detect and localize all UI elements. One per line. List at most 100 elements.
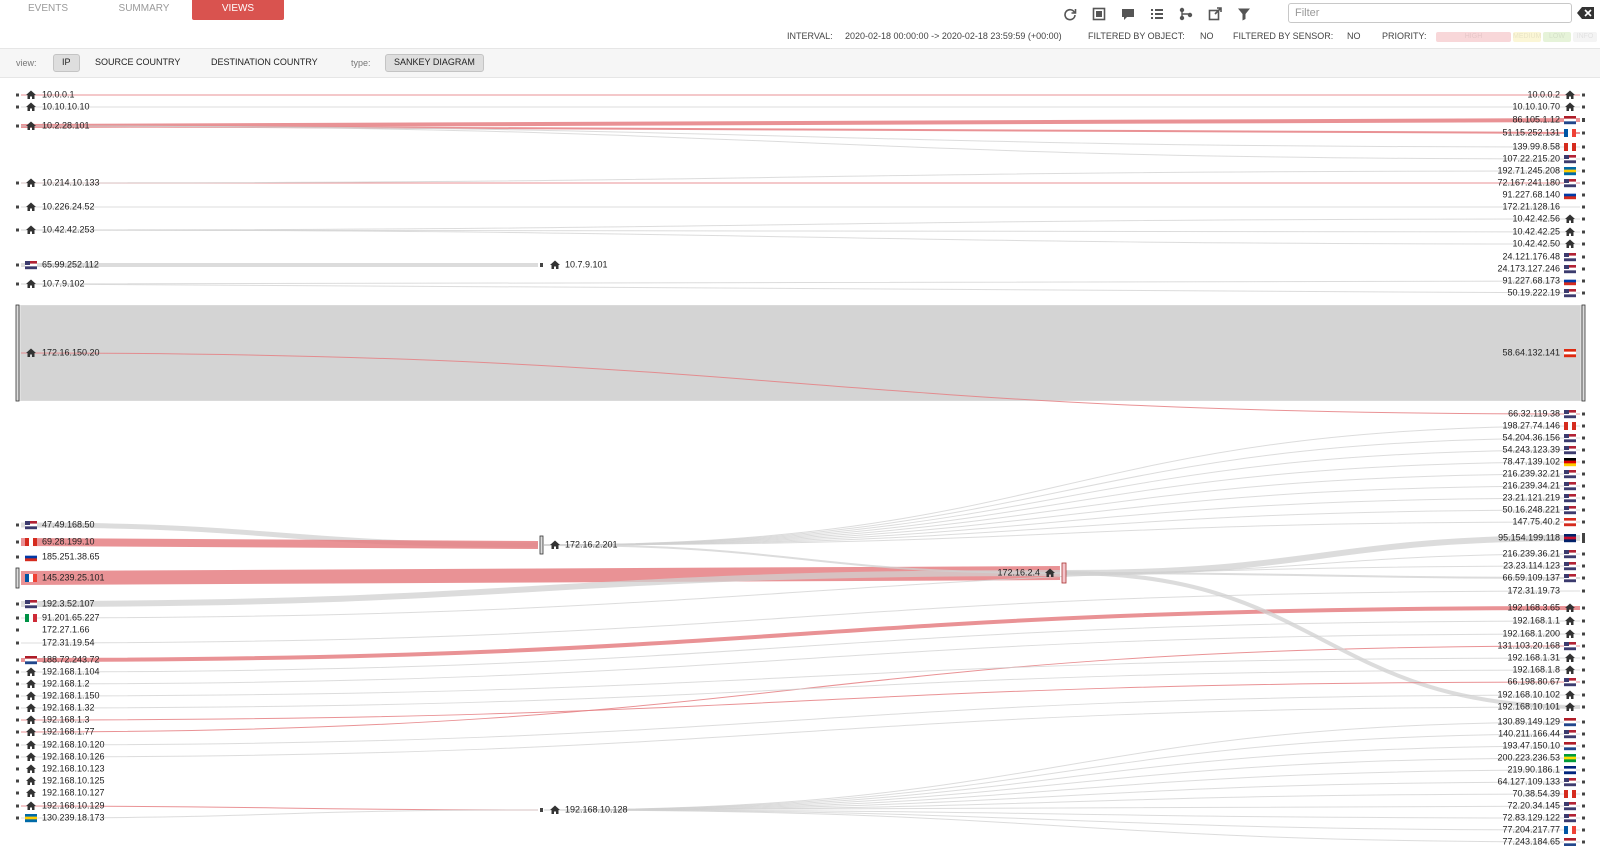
target-node-bar[interactable] — [1582, 131, 1585, 135]
priority-medium-toggle[interactable]: MEDIUM — [1513, 32, 1541, 42]
source-node[interactable]: 10.226.24.52 — [16, 201, 95, 211]
source-node[interactable]: 192.3.52.107 — [16, 598, 95, 608]
source-node-bar[interactable] — [16, 555, 19, 559]
target-node-bar[interactable] — [1582, 181, 1585, 185]
source-node[interactable]: 192.168.10.120 — [16, 739, 105, 749]
source-node[interactable]: 192.168.10.129 — [16, 800, 105, 810]
target-node[interactable]: 219.90.186.1 — [1507, 764, 1585, 774]
target-node[interactable]: 192.168.1.200 — [1502, 628, 1585, 638]
source-node[interactable]: 192.168.10.125 — [16, 775, 105, 785]
target-node[interactable]: 216.239.34.21 — [1502, 480, 1585, 490]
sankey-link[interactable] — [543, 721, 1581, 811]
source-node-bar[interactable] — [16, 694, 19, 698]
target-node-bar[interactable] — [1582, 145, 1585, 149]
target-node[interactable]: 200.223.236.53 — [1497, 752, 1585, 762]
target-node-bar[interactable] — [1582, 267, 1585, 271]
source-node-bar[interactable] — [16, 523, 19, 527]
target-node[interactable]: 147.75.40.2 — [1512, 516, 1585, 526]
share-icon[interactable] — [1176, 4, 1196, 24]
target-node-bar[interactable] — [1582, 193, 1585, 197]
source-node-bar[interactable] — [16, 767, 19, 771]
target-node-bar[interactable] — [1582, 619, 1585, 623]
target-node[interactable]: 78.47.139.102 — [1502, 456, 1585, 466]
target-node[interactable]: 91.227.68.140 — [1502, 189, 1585, 199]
source-node-bar[interactable] — [16, 540, 19, 544]
source-node[interactable]: 192.168.1.3 — [16, 714, 90, 724]
target-node[interactable]: 72.20.34.145 — [1507, 800, 1585, 810]
sankey-link[interactable] — [20, 620, 1581, 673]
middle-node[interactable]: 172.16.2.201 — [539, 535, 618, 555]
target-node-bar[interactable] — [1582, 291, 1585, 295]
target-node[interactable]: 50.19.222.19 — [1507, 287, 1585, 297]
target-node[interactable]: 10.10.10.70 — [1512, 101, 1585, 111]
target-node-bar[interactable] — [1582, 732, 1585, 736]
target-node[interactable]: 172.31.19.73 — [1507, 585, 1585, 595]
target-node-bar[interactable] — [1582, 564, 1585, 568]
target-node[interactable]: 91.227.68.173 — [1502, 275, 1585, 285]
source-node-bar[interactable] — [16, 263, 19, 267]
target-node-bar[interactable] — [1582, 93, 1585, 97]
target-node-bar[interactable] — [1582, 217, 1585, 221]
source-node-bar[interactable] — [16, 602, 19, 606]
sankey-link[interactable] — [543, 809, 1581, 843]
target-node[interactable]: 66.198.80.67 — [1507, 676, 1585, 686]
source-node[interactable]: 10.7.9.102 — [16, 278, 85, 288]
target-node[interactable]: 10.42.42.25 — [1512, 226, 1585, 236]
target-node[interactable]: 70.38.54.39 — [1512, 788, 1585, 798]
source-node[interactable]: 192.168.1.104 — [16, 666, 100, 676]
target-node[interactable]: 66.32.119.38 — [1508, 408, 1585, 418]
target-node-bar[interactable] — [1582, 230, 1585, 234]
target-node[interactable]: 51.15.252.131 — [1502, 127, 1585, 137]
refresh-icon[interactable] — [1060, 4, 1080, 24]
source-node[interactable]: 10.214.10.133 — [16, 177, 100, 187]
target-node-bar[interactable] — [1582, 533, 1585, 543]
view-option-ip[interactable]: IP — [53, 54, 80, 72]
target-node[interactable]: 192.168.1.8 — [1512, 664, 1585, 674]
middle-node[interactable]: 10.7.9.101 — [540, 259, 608, 269]
target-node[interactable]: 24.173.127.246 — [1497, 263, 1585, 273]
target-node[interactable]: 216.239.36.21 — [1502, 548, 1585, 558]
sankey-link[interactable] — [20, 118, 1581, 128]
source-node[interactable]: 91.201.65.227 — [16, 612, 100, 622]
source-node-bar[interactable] — [15, 567, 20, 589]
target-node-bar[interactable] — [1582, 169, 1585, 173]
sankey-link[interactable] — [543, 781, 1581, 811]
target-node-bar[interactable] — [1582, 496, 1585, 500]
source-node[interactable]: 10.0.0.1 — [16, 89, 75, 99]
target-node-bar[interactable] — [1582, 632, 1585, 636]
target-node-bar[interactable] — [1582, 680, 1585, 684]
target-node-bar[interactable] — [1582, 840, 1585, 844]
target-node[interactable]: 172.21.128.16 — [1502, 201, 1585, 211]
target-node-bar[interactable] — [1582, 644, 1585, 648]
target-node[interactable]: 72.83.129.122 — [1502, 812, 1585, 822]
source-node-bar[interactable] — [16, 616, 19, 620]
target-node-bar[interactable] — [1582, 705, 1585, 709]
source-node[interactable]: 192.168.10.127 — [16, 787, 105, 797]
priority-info-toggle[interactable]: INFO — [1573, 32, 1597, 42]
target-node[interactable]: 10.0.0.2 — [1527, 89, 1585, 99]
source-node[interactable]: 10.2.28.101 — [16, 120, 90, 130]
source-node[interactable]: 192.168.10.123 — [16, 763, 105, 773]
target-node[interactable]: 192.168.1.31 — [1507, 652, 1585, 662]
source-node-bar[interactable] — [15, 304, 20, 402]
source-node[interactable]: 10.10.10.10 — [16, 101, 90, 111]
target-node-bar[interactable] — [1582, 242, 1585, 246]
sankey-link[interactable] — [543, 473, 1581, 546]
target-node-bar[interactable] — [1582, 472, 1585, 476]
source-node-bar[interactable] — [16, 282, 19, 286]
source-node[interactable]: 192.168.1.150 — [16, 690, 100, 700]
source-node[interactable]: 188.72.243.72 — [16, 654, 100, 664]
target-node[interactable]: 139.99.8.58 — [1512, 141, 1585, 151]
sankey-link[interactable] — [543, 461, 1581, 546]
source-node-bar[interactable] — [16, 743, 19, 747]
external-link-icon[interactable] — [1205, 4, 1225, 24]
source-node-bar[interactable] — [16, 658, 19, 662]
target-node[interactable]: 23.21.121.219 — [1502, 492, 1585, 502]
sankey-link[interactable] — [543, 485, 1581, 546]
sankey-link[interactable] — [20, 283, 1581, 294]
source-node-bar[interactable] — [16, 93, 19, 97]
source-node-bar[interactable] — [16, 628, 19, 632]
sankey-link[interactable] — [20, 669, 1581, 709]
target-node-bar[interactable] — [1582, 105, 1585, 109]
target-node-bar[interactable] — [1582, 668, 1585, 672]
